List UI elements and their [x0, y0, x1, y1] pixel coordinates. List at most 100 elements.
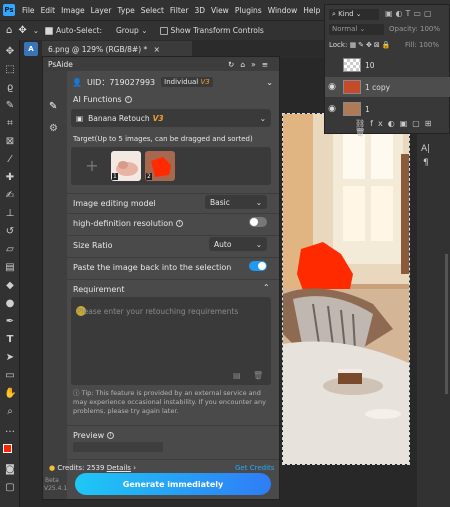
get-credits-link[interactable]: Get Credits	[235, 464, 274, 472]
info-icon[interactable]: i	[107, 432, 115, 439]
user-icon: 👤	[72, 77, 82, 87]
home-icon[interactable]: ⌂	[6, 25, 12, 36]
dodge-tool-icon[interactable]: ●	[4, 298, 16, 310]
menu-image[interactable]: Image	[58, 6, 88, 15]
trash-icon[interactable]: 🗑	[253, 371, 263, 380]
marquee-tool-icon[interactable]: ⬚	[4, 64, 16, 76]
menu-icon[interactable]: ≡	[262, 60, 274, 69]
chevron-down-icon[interactable]: ⌄	[266, 78, 273, 87]
document-image[interactable]	[282, 113, 410, 465]
fill-control[interactable]: Fill: 100%	[405, 41, 439, 49]
paragraph-panel-icon[interactable]: ¶	[423, 158, 429, 168]
menu-3d[interactable]: 3D	[191, 6, 208, 15]
close-tab-icon[interactable]: ×	[154, 45, 160, 54]
preview-label: Preview i	[73, 431, 115, 440]
lock-icons[interactable]: ▦✎✥⊠🔒	[350, 41, 393, 49]
crop-tool-icon[interactable]: ⌗	[4, 118, 16, 130]
layer-row-1[interactable]: ◉ 1	[325, 99, 450, 119]
foreground-color-swatch[interactable]	[3, 444, 12, 453]
target-images-box[interactable]: + 1 2	[71, 147, 271, 185]
generate-button[interactable]: Generate immediately	[75, 473, 271, 495]
toggle-knob	[250, 218, 258, 226]
opacity-control[interactable]: Opacity: 100%	[389, 25, 440, 33]
rectangle-tool-icon[interactable]: ▭	[4, 370, 16, 382]
edit-icon[interactable]: ✎	[49, 101, 57, 112]
auto-select-checkbox[interactable]	[45, 27, 54, 35]
expand-icon[interactable]: »	[251, 60, 262, 69]
requirement-row: Requirement ⌃	[67, 279, 279, 297]
tool-preset-chevron-icon[interactable]: ⌄	[33, 26, 39, 35]
menu-select[interactable]: Select	[138, 6, 167, 15]
model-select[interactable]: Basic ⌄	[205, 195, 267, 209]
layer-filter-icons[interactable]: ▣◐T▭▢	[385, 9, 447, 20]
quick-select-tool-icon[interactable]: ✎	[4, 100, 16, 112]
hd-toggle[interactable]	[249, 217, 267, 227]
blend-mode-select[interactable]: Normal ⌄	[329, 24, 384, 35]
credits-value: Credits: 2539	[57, 464, 105, 472]
target-thumbnail-1[interactable]: 1	[111, 151, 141, 181]
menu-help[interactable]: Help	[300, 6, 323, 15]
screen-mode-icon[interactable]: ▢	[4, 482, 16, 494]
path-select-tool-icon[interactable]: ➤	[4, 352, 16, 364]
requirement-textarea[interactable]: Please enter your retouching requirement…	[71, 297, 271, 385]
eraser-tool-icon[interactable]: ▱	[4, 244, 16, 256]
add-image-button[interactable]: +	[77, 151, 107, 181]
type-tool-icon[interactable]: T	[4, 334, 16, 346]
frame-tool-icon[interactable]: ⊠	[4, 136, 16, 148]
menu-type[interactable]: Type	[115, 6, 138, 15]
character-panel-icon[interactable]: A|	[421, 144, 430, 154]
search-icon: ⌕	[332, 10, 336, 18]
move-tool-icon[interactable]: ✥	[4, 46, 16, 58]
target-thumbnail-2[interactable]: 2	[145, 151, 175, 181]
clone-stamp-tool-icon[interactable]: ⊥	[4, 208, 16, 220]
gradient-tool-icon[interactable]: ▤	[4, 262, 16, 274]
more-tools-icon[interactable]: …	[4, 424, 16, 436]
menu-filter[interactable]: Filter	[167, 6, 192, 15]
layer-filter-kind[interactable]: ⌕ Kind ⌄	[329, 9, 379, 20]
scrollbar[interactable]	[445, 254, 448, 394]
menu-window[interactable]: Window	[265, 6, 301, 15]
eye-icon[interactable]: ◉	[325, 104, 339, 114]
brush-tool-icon[interactable]: ✍	[4, 190, 16, 202]
healing-brush-tool-icon[interactable]: ✚	[4, 172, 16, 184]
psaide-title: PsAide	[48, 59, 73, 69]
details-link[interactable]: Details	[107, 464, 131, 472]
menu-layer[interactable]: Layer	[88, 6, 115, 15]
layer-row-1-copy[interactable]: ◉ 1 copy	[325, 77, 450, 97]
pen-tool-icon[interactable]: ✒	[4, 316, 16, 328]
blur-tool-icon[interactable]: ◆	[4, 280, 16, 292]
psaide-plugin-icon[interactable]: A	[24, 42, 38, 56]
group-select-value: Group	[115, 26, 139, 35]
ratio-select[interactable]: Auto ⌄	[209, 237, 267, 251]
history-icon[interactable]: ▤	[233, 371, 241, 380]
layer-row-10[interactable]: 10	[325, 55, 450, 75]
zoom-tool-icon[interactable]: ⌕	[4, 406, 16, 418]
show-transform-checkbox[interactable]	[159, 27, 168, 35]
group-select[interactable]: Group ⌄	[116, 26, 148, 35]
lasso-tool-icon[interactable]: ϱ	[4, 82, 16, 94]
settings-gear-icon[interactable]: ⚙	[49, 123, 58, 134]
eyedropper-tool-icon[interactable]: ⁄	[4, 154, 16, 166]
eye-icon[interactable]: ◉	[325, 82, 339, 92]
ai-function-select[interactable]: ▣ Banana Retouch V3 ⌄	[71, 109, 271, 127]
hand-tool-icon[interactable]: ✋	[4, 388, 16, 400]
paste-label: Paste the image back into the selection	[73, 263, 232, 272]
menu-view[interactable]: View	[208, 6, 232, 15]
paste-toggle[interactable]	[249, 261, 267, 271]
history-brush-tool-icon[interactable]: ↺	[4, 226, 16, 238]
info-icon[interactable]: i	[124, 96, 132, 103]
info-icon[interactable]: i	[176, 220, 184, 227]
image-icon: ▣	[76, 113, 84, 123]
menu-edit[interactable]: Edit	[38, 6, 59, 15]
layer-thumbnail	[343, 58, 361, 72]
menu-plugins[interactable]: Plugins	[232, 6, 265, 15]
photoshop-logo: Ps	[3, 4, 15, 16]
move-tool-icon[interactable]: ✥	[18, 25, 26, 36]
quick-mask-icon[interactable]: ◙	[4, 464, 16, 476]
pin-icon[interactable]: ⌂	[240, 60, 251, 69]
menu-file[interactable]: File	[19, 6, 38, 15]
model-label: Image editing model	[73, 199, 156, 208]
chevron-up-icon[interactable]: ⌃	[263, 283, 270, 292]
layer-actions-bar[interactable]: ⛓fx◐▣▢⊞🗑	[355, 119, 447, 137]
refresh-icon[interactable]: ↻	[228, 60, 240, 69]
